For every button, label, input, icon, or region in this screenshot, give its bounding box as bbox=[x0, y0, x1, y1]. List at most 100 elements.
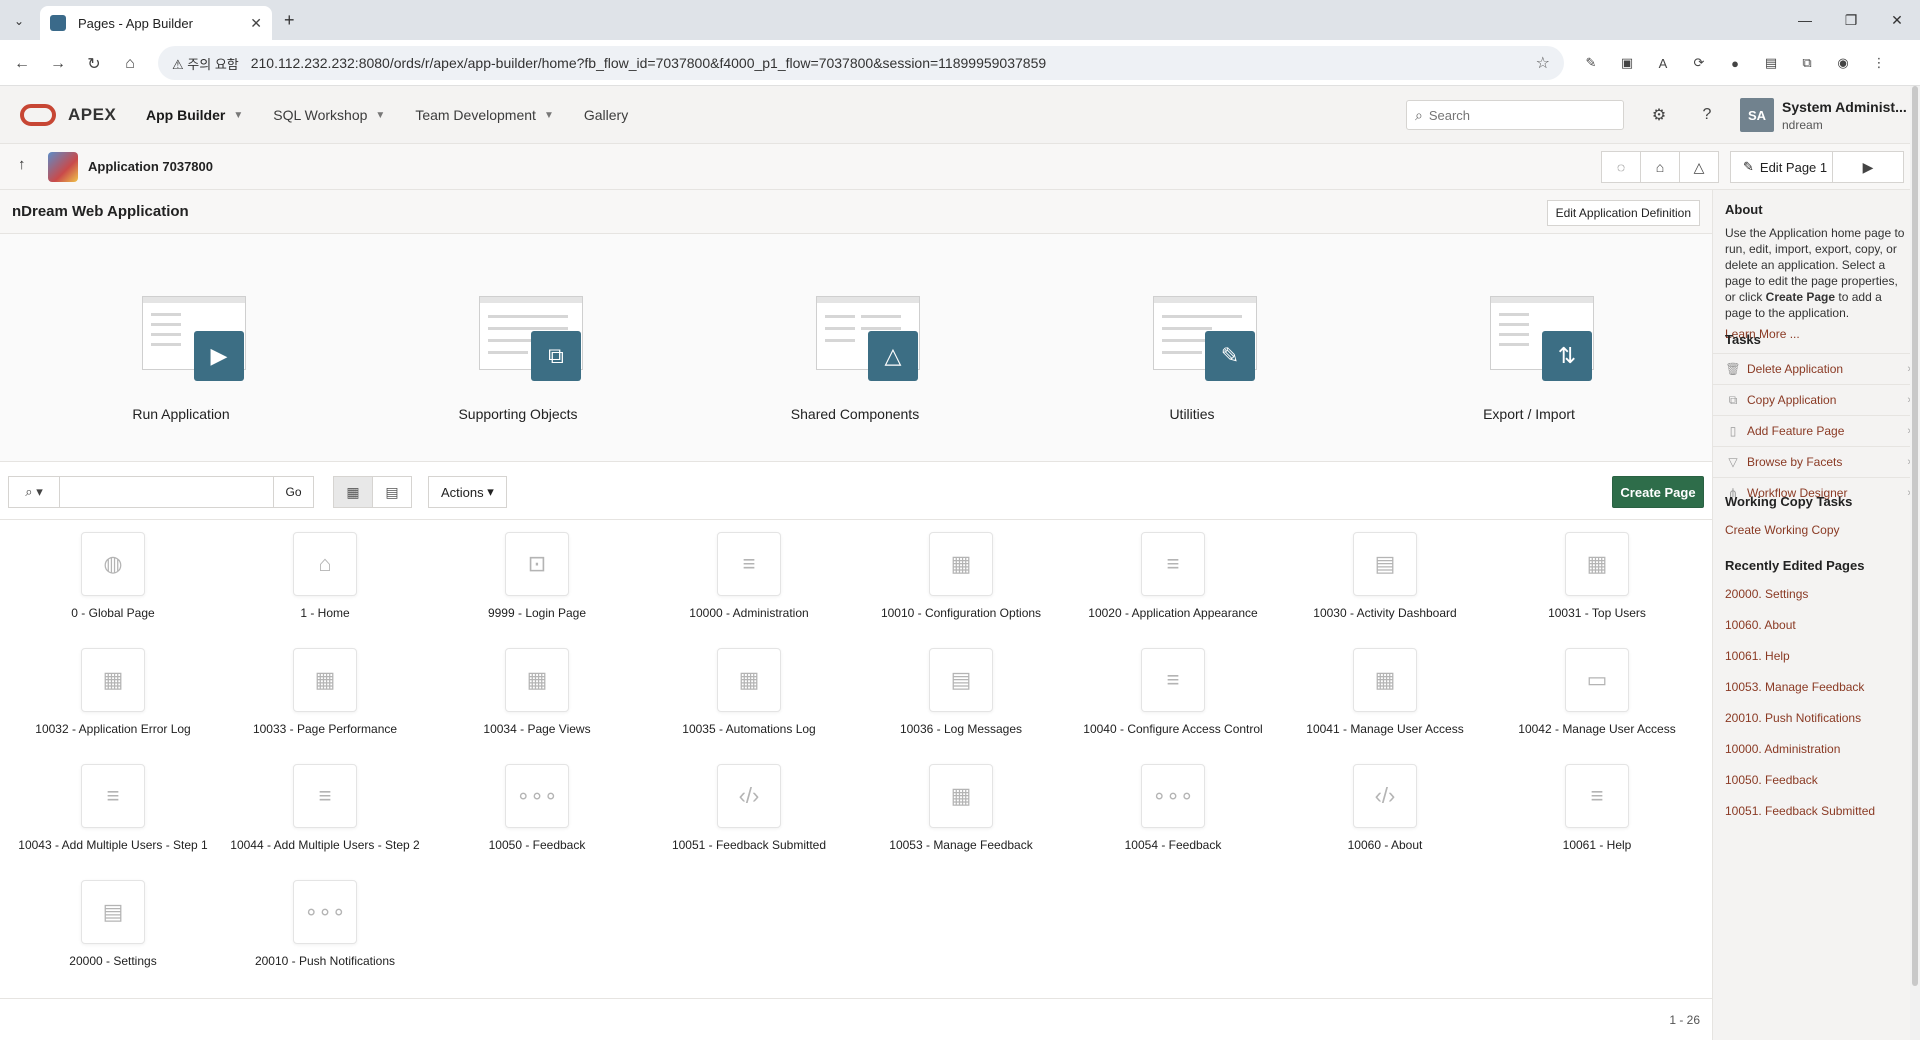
page-card[interactable]: ▦ 10010 - Configuration Options bbox=[848, 520, 1060, 636]
tile-shared-components[interactable]: △ Shared Components bbox=[686, 234, 1024, 462]
search-input[interactable] bbox=[1428, 107, 1599, 123]
page-card[interactable]: ▤ 10030 - Activity Dashboard bbox=[1272, 520, 1484, 636]
create-working-copy-link[interactable]: Create Working Copy bbox=[1713, 515, 1920, 546]
icon-view-icon[interactable]: ▦ bbox=[333, 476, 373, 508]
page-card[interactable]: ∘∘∘ 10054 - Feedback bbox=[1060, 752, 1272, 868]
page-card[interactable]: ▦ 10033 - Page Performance bbox=[212, 636, 424, 752]
task-delete-application[interactable]: 🗑Delete Application› bbox=[1713, 353, 1920, 384]
restore-icon[interactable]: ❐ bbox=[1828, 0, 1874, 40]
up-arrow-icon[interactable]: ↑ bbox=[18, 156, 26, 173]
go-button[interactable]: Go bbox=[274, 476, 314, 508]
page-card[interactable]: ‹/› 10060 - About bbox=[1272, 752, 1484, 868]
oracle-logo-icon[interactable] bbox=[20, 104, 56, 126]
run-page-button[interactable]: ▶ bbox=[1832, 151, 1904, 183]
edit-page-label: Edit Page 1 bbox=[1759, 159, 1828, 175]
recent-page-link[interactable]: 20000. Settings bbox=[1713, 579, 1920, 610]
extension-icon[interactable]: ▣ bbox=[1616, 52, 1638, 74]
recent-page-link[interactable]: 20010. Push Notifications bbox=[1713, 703, 1920, 734]
forward-icon[interactable]: → bbox=[46, 52, 70, 76]
back-icon[interactable]: ← bbox=[10, 52, 34, 76]
notification-extension-icon[interactable]: ● bbox=[1724, 52, 1746, 74]
page-card[interactable]: ▦ 10034 - Page Views bbox=[424, 636, 636, 752]
page-card[interactable]: ▦ 10032 - Application Error Log bbox=[0, 636, 212, 752]
recent-page-link[interactable]: 10053. Manage Feedback bbox=[1713, 672, 1920, 703]
security-warning[interactable]: ⚠ 주의 요함 bbox=[172, 54, 239, 73]
recent-page-link[interactable]: 10000. Administration bbox=[1713, 734, 1920, 765]
edit-page-button[interactable]: ✎ Edit Page 1 bbox=[1730, 151, 1841, 183]
reload-icon[interactable]: ↻ bbox=[82, 52, 106, 76]
page-card[interactable]: ▦ 10053 - Manage Feedback bbox=[848, 752, 1060, 868]
edit-application-definition-button[interactable]: Edit Application Definition bbox=[1546, 200, 1700, 226]
page-card[interactable]: ⊡ 9999 - Login Page bbox=[424, 520, 636, 636]
tab-title: Pages - App Builder bbox=[78, 15, 193, 31]
close-window-icon[interactable]: ✕ bbox=[1874, 0, 1920, 40]
page-card[interactable]: ∘∘∘ 20010 - Push Notifications bbox=[212, 868, 424, 984]
page-card[interactable]: ▦ 10041 - Manage User Access bbox=[1272, 636, 1484, 752]
pen-extension-icon[interactable]: ✎ bbox=[1580, 52, 1602, 74]
report-view-icon[interactable]: ▤ bbox=[372, 476, 412, 508]
font-extension-icon[interactable]: A bbox=[1652, 52, 1674, 74]
recent-page-link[interactable]: 10060. About bbox=[1713, 610, 1920, 641]
page-card[interactable]: ◍ 0 - Global Page bbox=[0, 520, 212, 636]
nav-gallery[interactable]: Gallery bbox=[584, 107, 628, 123]
page-card[interactable]: ≡ 10020 - Application Appearance bbox=[1060, 520, 1272, 636]
tile-run-application[interactable]: ▶ Run Application bbox=[12, 234, 350, 462]
page-card[interactable]: ∘∘∘ 10050 - Feedback bbox=[424, 752, 636, 868]
recent-page-link[interactable]: 10061. Help bbox=[1713, 641, 1920, 672]
puzzle-icon[interactable]: ⧉ bbox=[1796, 52, 1818, 74]
page-card[interactable]: ≡ 10043 - Add Multiple Users - Step 1 bbox=[0, 752, 212, 868]
create-page-button[interactable]: Create Page bbox=[1612, 476, 1704, 508]
page-scrollbar[interactable] bbox=[1910, 86, 1920, 1040]
scrollbar-thumb[interactable] bbox=[1912, 86, 1918, 986]
task-add-feature-page[interactable]: ▯Add Feature Page› bbox=[1713, 415, 1920, 446]
tab-search-icon[interactable]: ⌄ bbox=[8, 10, 30, 32]
actions-menu-button[interactable]: Actions ▾ bbox=[428, 476, 507, 508]
page-card[interactable]: ≡ 10000 - Administration bbox=[636, 520, 848, 636]
browser-tab[interactable]: Pages - App Builder ✕ bbox=[40, 6, 272, 40]
bookmark-star-icon[interactable]: ☆ bbox=[1536, 53, 1550, 73]
admin-settings-icon[interactable]: ⚙ bbox=[1646, 102, 1672, 128]
pdf-extension-icon[interactable]: ▤ bbox=[1760, 52, 1782, 74]
page-card[interactable]: ▤ 10036 - Log Messages bbox=[848, 636, 1060, 752]
recent-page-link[interactable]: 10050. Feedback bbox=[1713, 765, 1920, 796]
tile-utilities[interactable]: ✎ Utilities bbox=[1023, 234, 1361, 462]
task-copy-application[interactable]: ⧉Copy Application› bbox=[1713, 384, 1920, 415]
tag-icon[interactable]: ⌂ bbox=[1640, 151, 1680, 183]
minimize-icon[interactable]: — bbox=[1782, 0, 1828, 40]
page-card[interactable]: ▦ 10031 - Top Users bbox=[1484, 520, 1696, 636]
feedback-icon[interactable]: ◌ bbox=[1601, 151, 1641, 183]
user-name[interactable]: System Administ... bbox=[1782, 99, 1907, 115]
header-search[interactable]: ⌕ bbox=[1406, 100, 1624, 130]
page-card[interactable]: ▭ 10042 - Manage User Access bbox=[1484, 636, 1696, 752]
tile-export-import[interactable]: ⇅ Export / Import bbox=[1360, 234, 1698, 462]
apex-logo-text[interactable]: APEX bbox=[68, 105, 116, 125]
nav-app-builder[interactable]: App Builder ▼ bbox=[146, 107, 243, 123]
profile-icon[interactable]: ◉ bbox=[1832, 52, 1854, 74]
home-icon[interactable]: ⌂ bbox=[118, 52, 142, 76]
nav-team-development[interactable]: Team Development ▼ bbox=[415, 107, 554, 123]
recent-page-link[interactable]: 10051. Feedback Submitted bbox=[1713, 796, 1920, 827]
help-icon[interactable]: ? bbox=[1694, 102, 1720, 128]
close-tab-icon[interactable]: ✕ bbox=[250, 15, 262, 32]
page-card[interactable]: ≡ 10044 - Add Multiple Users - Step 2 bbox=[212, 752, 424, 868]
nav-sql-workshop[interactable]: SQL Workshop ▼ bbox=[273, 107, 385, 123]
page-card[interactable]: ≡ 10061 - Help bbox=[1484, 752, 1696, 868]
page-search-input[interactable] bbox=[60, 476, 274, 508]
page-card[interactable]: ⌂ 1 - Home bbox=[212, 520, 424, 636]
url-text[interactable]: 210.112.232.232:8080/ords/r/apex/app-bui… bbox=[251, 55, 1536, 71]
address-bar[interactable]: ⚠ 주의 요함 210.112.232.232:8080/ords/r/apex… bbox=[158, 46, 1564, 80]
page-label: 10034 - Page Views bbox=[483, 722, 591, 736]
shared-components-icon[interactable]: △ bbox=[1679, 151, 1719, 183]
search-column-menu[interactable]: ⌕ ▾ bbox=[8, 476, 60, 508]
page-card[interactable]: ▦ 10035 - Automations Log bbox=[636, 636, 848, 752]
sync-extension-icon[interactable]: ⟳ bbox=[1688, 52, 1710, 74]
page-card[interactable]: ≡ 10040 - Configure Access Control bbox=[1060, 636, 1272, 752]
task-browse-by-facets[interactable]: ▽Browse by Facets› bbox=[1713, 446, 1920, 477]
page-card[interactable]: ▤ 20000 - Settings bbox=[0, 868, 212, 984]
tile-supporting-objects[interactable]: ⧉ Supporting Objects bbox=[349, 234, 687, 462]
page-card[interactable]: ‹/› 10051 - Feedback Submitted bbox=[636, 752, 848, 868]
tile-label: Shared Components bbox=[790, 406, 920, 422]
browser-menu-icon[interactable]: ⋮ bbox=[1868, 52, 1890, 74]
avatar[interactable]: SA bbox=[1740, 98, 1774, 132]
new-tab-icon[interactable]: + bbox=[284, 10, 295, 31]
